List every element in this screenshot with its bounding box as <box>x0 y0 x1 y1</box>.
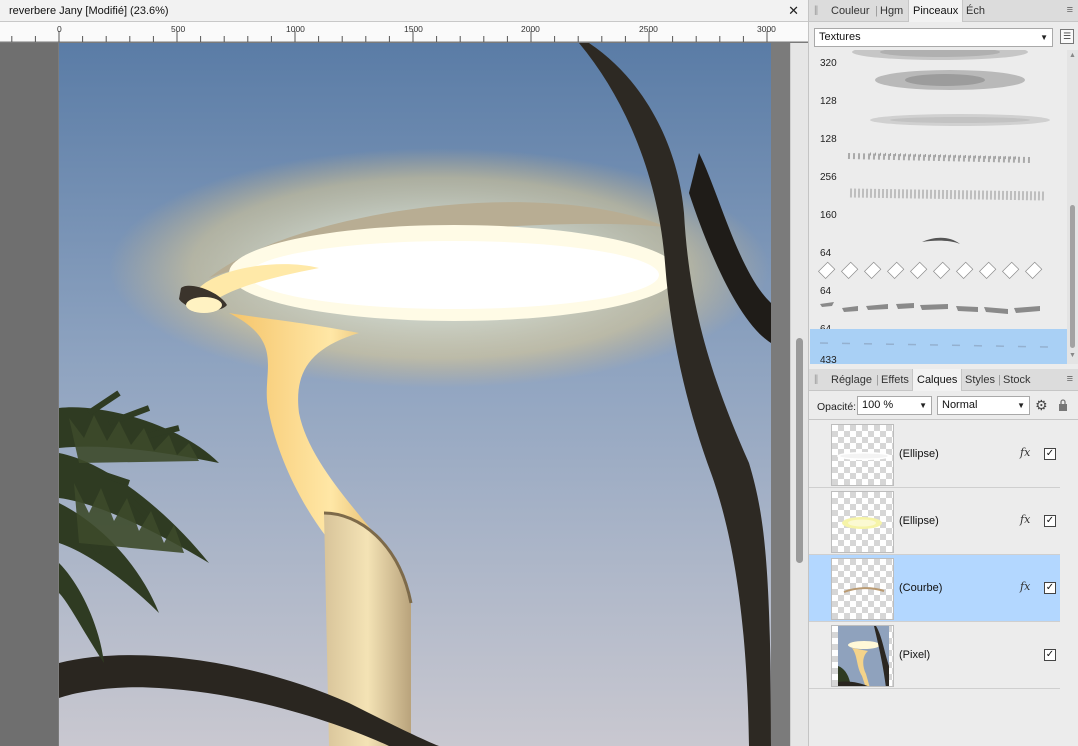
panel-menu-icon[interactable]: ≡ <box>1067 4 1073 16</box>
ruler-label-0: 0 <box>57 24 62 34</box>
tab-pinceaux[interactable]: Pinceaux <box>908 0 964 22</box>
brush-list-scrollbar[interactable]: ▲ ▼ <box>1067 50 1078 364</box>
ruler-label-2500: 2500 <box>639 24 658 34</box>
ruler-scale: 0 500 1000 1500 2000 2500 3000 <box>11 24 776 42</box>
visibility-checkbox[interactable]: ✓ <box>1044 582 1056 594</box>
opacity-dropdown[interactable]: 100 % ▼ <box>857 396 932 415</box>
layer-row[interactable]: (Ellipse) fx ✓ <box>809 488 1060 555</box>
tab-calques[interactable]: Calques <box>912 369 963 391</box>
panel-grip-icon[interactable]: || <box>814 5 818 16</box>
panel-menu-icon[interactable]: ≡ <box>1067 373 1073 385</box>
canvas-margin <box>0 43 58 746</box>
brush-size: 160 <box>820 210 837 221</box>
document-tab[interactable]: reverbere Jany [Modifié] (23.6%) ✕ <box>0 0 808 22</box>
brush-category-dropdown[interactable]: Textures ▼ <box>814 28 1053 47</box>
visibility-checkbox[interactable]: ✓ <box>1044 649 1056 661</box>
brush-size: 64 <box>820 248 832 259</box>
brush-item[interactable]: 128 <box>810 108 1067 146</box>
layer-name: (Ellipse) <box>899 515 939 527</box>
chevron-down-icon: ▼ <box>1040 33 1048 42</box>
opacity-value: 100 % <box>862 399 894 411</box>
gear-icon[interactable]: ⚙ <box>1035 397 1048 414</box>
scroll-down-icon[interactable]: ▼ <box>1069 352 1076 359</box>
layer-thumbnail <box>831 424 894 486</box>
chevron-down-icon: ▼ <box>919 401 927 410</box>
layer-list[interactable]: (Ellipse) fx ✓ (Ellipse) fx ✓ (Courbe) f… <box>809 421 1078 746</box>
tab-reglage[interactable]: Réglage <box>831 369 872 391</box>
brush-stroke-preview <box>847 152 1031 163</box>
blend-mode-dropdown[interactable]: Normal ▼ <box>937 396 1030 415</box>
brush-stroke-preview <box>870 114 1050 126</box>
brush-list[interactable]: 320 128 128 256 160 64 64 433 <box>810 50 1067 364</box>
vertical-scrollbar[interactable] <box>790 43 808 746</box>
tab-ech[interactable]: Éch <box>966 0 985 22</box>
brush-stroke-preview <box>922 237 960 244</box>
visibility-checkbox[interactable]: ✓ <box>1044 448 1056 460</box>
layer-panel-tabbar: || Réglage | Effets Calques Styles | Sto… <box>809 369 1078 391</box>
street-lamp-photo <box>59 43 771 746</box>
scrollbar-thumb[interactable] <box>796 338 803 563</box>
lock-icon[interactable] <box>1058 399 1068 414</box>
brush-item-selected[interactable]: 433 <box>810 329 1067 364</box>
photo-image[interactable] <box>59 43 771 746</box>
ruler-label-1500: 1500 <box>404 24 423 34</box>
brush-size: 433 <box>820 355 837 364</box>
brush-item[interactable]: 320 <box>810 50 1067 70</box>
brush-size: 128 <box>820 134 837 145</box>
brush-size: 64 <box>820 286 832 297</box>
horizontal-ruler[interactable]: 0 500 1000 1500 2000 2500 3000 <box>0 22 808 42</box>
panel-grip-icon[interactable]: || <box>814 374 818 385</box>
scrollbar-thumb[interactable] <box>1070 205 1075 348</box>
right-panels: || Couleur | Hgm Pinceaux Éch ≡ Textures… <box>808 0 1078 746</box>
fx-icon[interactable]: fx <box>1020 513 1030 526</box>
brush-stroke-preview <box>818 261 1043 279</box>
brush-item[interactable]: 256 <box>810 146 1067 184</box>
brush-item[interactable]: 64 <box>810 260 1067 298</box>
brush-item[interactable]: 128 <box>810 70 1067 108</box>
close-icon[interactable]: ✕ <box>788 3 799 19</box>
ruler-label-1000: 1000 <box>286 24 305 34</box>
tab-couleur[interactable]: Couleur <box>831 0 870 22</box>
layer-row[interactable]: (Ellipse) fx ✓ <box>809 421 1060 488</box>
brush-stroke-preview <box>852 50 1028 60</box>
blend-mode-value: Normal <box>942 399 978 411</box>
chevron-down-icon: ▼ <box>1017 401 1025 410</box>
brush-size: 256 <box>820 172 837 183</box>
brush-stroke-preview <box>819 342 1051 348</box>
brush-panel-tabbar: || Couleur | Hgm Pinceaux Éch ≡ <box>809 0 1078 22</box>
brush-size: 128 <box>820 96 837 107</box>
brush-stroke-preview <box>849 188 1046 201</box>
document-title: reverbere Jany [Modifié] (23.6%) <box>9 5 169 17</box>
canvas-area[interactable] <box>0 43 790 746</box>
brush-item[interactable]: 64 <box>810 222 1067 260</box>
brush-category-value: Textures <box>819 31 861 43</box>
ruler-label-3000: 3000 <box>757 24 776 34</box>
layer-row[interactable]: (Pixel) ✓ <box>809 622 1060 689</box>
brush-list-menu-icon[interactable]: ☰ <box>1060 29 1074 44</box>
ruler-label-500: 500 <box>171 24 185 34</box>
layer-thumbnail <box>831 625 894 687</box>
brush-size: 320 <box>820 58 837 69</box>
tab-stock[interactable]: Stock <box>1003 369 1031 391</box>
visibility-checkbox[interactable]: ✓ <box>1044 515 1056 527</box>
layer-name: (Ellipse) <box>899 448 939 460</box>
tab-styles[interactable]: Styles <box>965 369 995 391</box>
ruler-label-2000: 2000 <box>521 24 540 34</box>
opacity-label: Opacité: <box>817 401 857 413</box>
tab-effets[interactable]: Effets <box>881 369 909 391</box>
brush-stroke-preview <box>875 70 1025 90</box>
document-window: reverbere Jany [Modifié] (23.6%) ✕ 0 500… <box>0 0 808 746</box>
scroll-up-icon[interactable]: ▲ <box>1069 52 1076 59</box>
fx-icon[interactable]: fx <box>1020 446 1030 459</box>
layer-thumbnail <box>831 491 894 553</box>
layer-name: (Courbe) <box>899 582 943 594</box>
layer-options-bar: Opacité: 100 % ▼ Normal ▼ ⚙ <box>809 392 1078 420</box>
layer-thumbnail <box>831 558 894 620</box>
fx-icon[interactable]: fx <box>1020 580 1030 593</box>
tab-hgm[interactable]: Hgm <box>880 0 903 22</box>
layer-name: (Pixel) <box>899 649 931 661</box>
layer-row-selected[interactable]: (Courbe) fx ✓ <box>809 555 1060 622</box>
brush-item[interactable]: 160 <box>810 184 1067 222</box>
